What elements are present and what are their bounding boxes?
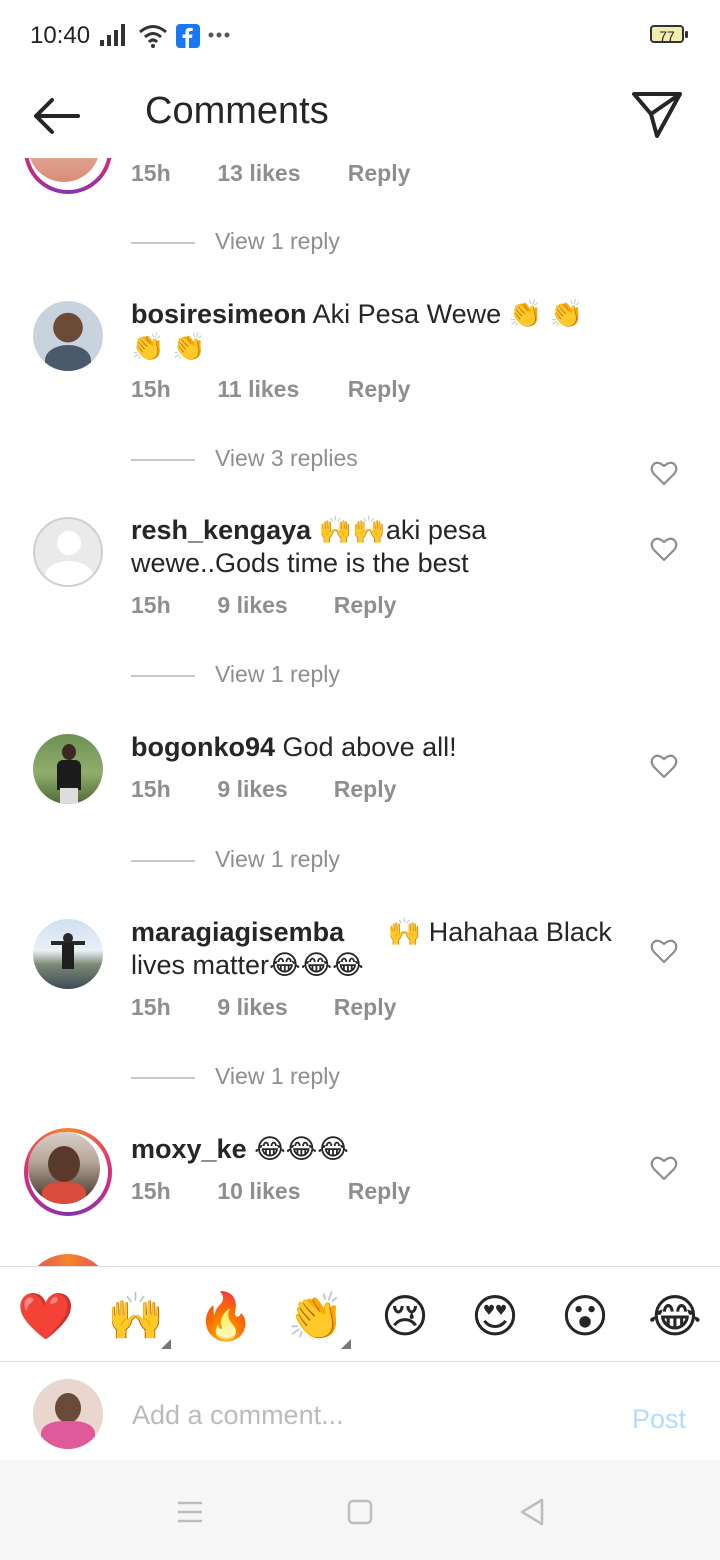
view-replies-button[interactable]: View 1 reply xyxy=(131,1063,340,1090)
avatar[interactable] xyxy=(33,301,103,371)
share-icon[interactable] xyxy=(630,88,684,140)
emoji-surprised-button[interactable]: 😮 xyxy=(557,1289,613,1343)
divider xyxy=(131,859,195,862)
view-replies-button[interactable]: View 3 replies xyxy=(131,445,358,472)
emoji-laughing-button[interactable]: 😂 xyxy=(647,1289,703,1343)
comment-meta: 15h 10 likes Reply xyxy=(131,1178,410,1205)
comment-likes[interactable]: 10 likes xyxy=(217,1178,341,1205)
reply-button[interactable]: Reply xyxy=(348,376,411,403)
emoji-heart-button[interactable]: ❤️ xyxy=(17,1289,74,1343)
comment-likes[interactable]: 9 likes xyxy=(217,776,327,803)
reply-button[interactable]: Reply xyxy=(334,592,397,619)
comments-list[interactable]: 15h 13 likes Reply View 1 reply bosiresi… xyxy=(0,158,720,1266)
reply-button[interactable]: Reply xyxy=(334,776,397,803)
divider xyxy=(131,674,195,677)
wifi-icon xyxy=(139,25,167,48)
signal-icon xyxy=(100,24,125,46)
comment-text: bogonko94 God above all! xyxy=(131,731,621,764)
reply-button[interactable]: Reply xyxy=(334,994,397,1021)
comment-meta: 15h 9 likes Reply xyxy=(131,592,396,619)
comment-time: 15h xyxy=(131,376,171,402)
emoji-raised-hands-button[interactable]: 🙌 xyxy=(107,1289,171,1349)
comment-input[interactable] xyxy=(130,1386,604,1444)
status-bar: 10:40 77 xyxy=(0,0,720,72)
view-replies-button[interactable]: View 1 reply xyxy=(131,846,340,873)
comment-likes[interactable]: 9 likes xyxy=(217,592,327,619)
avatar[interactable] xyxy=(33,734,103,804)
comment-time: 15h xyxy=(131,994,171,1020)
comment-text: bosiresimeon Aki Pesa Wewe 👏 👏 👏 👏 xyxy=(131,298,621,364)
back-button[interactable] xyxy=(28,92,84,140)
like-heart-icon[interactable] xyxy=(650,753,678,779)
skin-tone-indicator xyxy=(161,1339,171,1349)
comment-username[interactable]: maragiagisemba xyxy=(131,917,344,947)
view-replies-button[interactable]: View 1 reply xyxy=(131,228,340,255)
divider xyxy=(131,458,195,461)
comment-time: 15h xyxy=(131,776,171,802)
page-title: Comments xyxy=(145,90,329,132)
comment-meta: 15h 13 likes Reply xyxy=(131,160,410,187)
avatar[interactable] xyxy=(24,158,112,194)
comment-likes[interactable]: 13 likes xyxy=(217,160,341,187)
current-user-avatar xyxy=(33,1379,103,1449)
system-nav-bar xyxy=(0,1460,720,1560)
comment-likes[interactable]: 11 likes xyxy=(217,376,341,403)
view-replies-button[interactable]: View 1 reply xyxy=(131,661,340,688)
comment-username[interactable]: bosiresimeon xyxy=(131,299,307,329)
divider xyxy=(131,1076,195,1079)
emoji-quick-bar: ❤️ 🙌 🔥 👏 😢 😍 😮 😂 xyxy=(0,1266,720,1362)
comment-username[interactable]: resh_kengaya xyxy=(131,515,311,545)
reply-button[interactable]: Reply xyxy=(348,160,411,187)
more-dots-icon xyxy=(208,32,230,38)
comment-body: God above all! xyxy=(282,732,457,762)
battery-indicator: 77 xyxy=(650,25,688,44)
comment-time: 15h xyxy=(131,592,171,618)
avatar[interactable] xyxy=(33,919,103,989)
facebook-icon xyxy=(176,24,200,48)
comment-time: 15h xyxy=(131,160,171,186)
like-heart-icon[interactable] xyxy=(650,938,678,964)
emoji-heart-eyes-button[interactable]: 😍 xyxy=(467,1289,523,1343)
comment-meta: 15h 9 likes Reply xyxy=(131,994,396,1021)
comment-likes[interactable]: 9 likes xyxy=(217,994,327,1021)
emoji-fire-button[interactable]: 🔥 xyxy=(197,1289,254,1343)
back-nav-icon[interactable] xyxy=(512,1492,552,1532)
post-button[interactable]: Post xyxy=(632,1404,686,1435)
menu-icon[interactable] xyxy=(170,1492,210,1532)
comment-text: maragiagisemba 🙌 Hahahaa Black lives mat… xyxy=(131,916,621,982)
comment-text: moxy_ke 😂😂😂 xyxy=(131,1133,621,1166)
comment-body: 😂😂😂 xyxy=(254,1134,349,1164)
home-icon[interactable] xyxy=(340,1492,380,1532)
status-time: 10:40 xyxy=(30,22,91,49)
emoji-crying-button[interactable]: 😢 xyxy=(377,1289,433,1343)
comment-meta: 15h 11 likes Reply xyxy=(131,376,410,403)
comment-meta: 15h 9 likes Reply xyxy=(131,776,396,803)
comment-text: resh_kengaya 🙌🙌aki pesa wewe..Gods time … xyxy=(131,514,491,580)
like-heart-icon[interactable] xyxy=(650,1155,678,1181)
skin-tone-indicator xyxy=(341,1339,351,1349)
emoji-clap-button[interactable]: 👏 xyxy=(287,1289,351,1349)
header: Comments xyxy=(0,72,720,158)
avatar[interactable] xyxy=(33,517,103,587)
comment-username[interactable]: bogonko94 xyxy=(131,732,275,762)
comment-composer: Post xyxy=(0,1362,720,1460)
divider xyxy=(131,241,195,244)
comment-time: 15h xyxy=(131,1178,171,1204)
like-heart-icon[interactable] xyxy=(650,460,678,486)
avatar[interactable] xyxy=(24,1128,112,1216)
like-heart-icon[interactable] xyxy=(650,536,678,562)
avatar-partial xyxy=(24,1254,112,1266)
reply-button[interactable]: Reply xyxy=(348,1178,411,1205)
comment-username[interactable]: moxy_ke xyxy=(131,1134,247,1164)
